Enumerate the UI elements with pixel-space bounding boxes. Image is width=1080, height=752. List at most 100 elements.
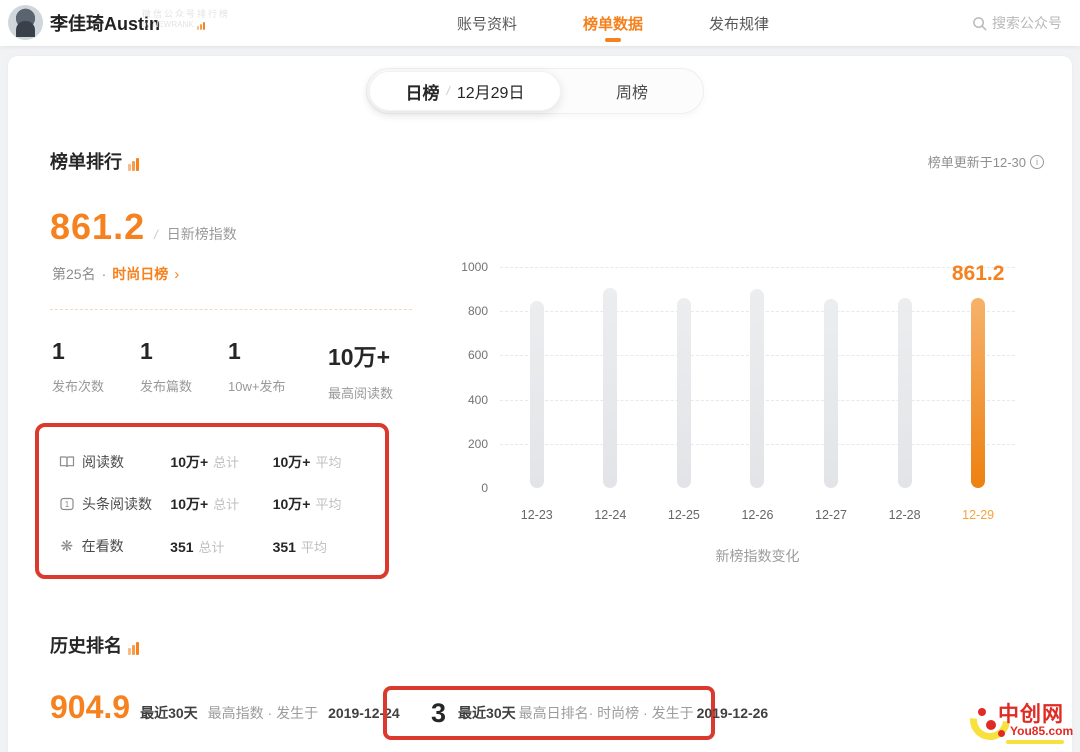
daily-index-separator: / [154,227,158,242]
stat-value: 1 [140,338,202,365]
chart-x-tick-label: 12-26 [737,508,777,522]
tab-weekly-ranking[interactable]: 周榜 [561,69,703,113]
newrank-bars-icon [197,22,205,30]
chart-x-tick-label: 12-28 [885,508,925,522]
stat-max-reads: 10万+ 最高阅读数 [328,338,393,402]
ranking-updated-label: 榜单更新于12-30 [928,152,1026,171]
daily-index-row: 861.2 / 日新榜指数 [50,206,237,248]
watermark-logo: 中创网 You85.com [970,688,1070,750]
daily-index-value: 861.2 [50,206,145,248]
publish-stats-row: 1 发布次数 1 发布篇数 1 10w+发布 10万+ 最高阅读数 [52,338,419,402]
chart-bar [750,289,764,488]
metric-label: 头条阅读数 [82,494,170,514]
highest-index-prefix: 最近30天 [140,703,198,723]
chart-bar [530,301,544,488]
rank-position-row: 第25名 · 时尚日榜 › [52,264,179,284]
metric-avg-label: 平均 [315,455,341,470]
rank-position: 第25名 [52,264,96,284]
wow-icon: ❋ [59,537,75,555]
nav-ranking-data[interactable]: 榜单数据 [581,0,645,48]
ranking-section-title-text: 榜单排行 [50,148,122,174]
metric-total-label: 总计 [213,455,239,470]
account-avatar[interactable] [8,5,43,40]
metric-label: 在看数 [82,536,171,556]
section-bars-icon [128,642,139,658]
metric-total-label: 总计 [199,540,225,555]
metric-avg-value: 10万+ [273,454,311,470]
search-placeholder: 搜索公众号 [992,13,1062,33]
red-annotation-box-metrics: 阅读数 10万+总计 10万+平均 1 头条阅读数 10万+总计 10万+平均 … [35,423,389,579]
ranking-updated-text: 榜单更新于12-30 i [928,152,1044,171]
search-icon [972,16,987,31]
metric-label: 阅读数 [82,452,170,472]
stat-label: 发布篇数 [140,376,202,395]
stat-value: 1 [228,338,302,365]
highest-rank-value: 3 [431,698,446,729]
chart-bar-column [885,267,925,488]
info-icon[interactable]: i [1030,155,1044,169]
newrank-logo-sub: by NEWRANK [142,20,194,30]
main-content-card: 日榜 / 12月29日 周榜 榜单排行 榜单更新于12-30 i 861.2 /… [8,56,1072,752]
metric-row-reads: 阅读数 10万+ 总计 10万+ 平均 [59,441,375,483]
chart-bar-column: 861.2 [958,267,998,488]
watermark-dot [986,720,996,730]
dashed-divider [50,309,412,310]
chart-y-tick-label: 1000 [448,260,488,274]
metric-avg-cell: 10万+ 平均 [273,452,375,472]
highest-rank-text: 最高日排名· 时尚榜 · 发生于 [519,703,694,723]
chevron-right-icon[interactable]: › [174,266,179,283]
tab-daily-ranking[interactable]: 日榜 / 12月29日 [369,71,561,111]
chart-bar-column [664,267,704,488]
metric-avg-value: 10万+ [273,496,311,512]
svg-text:1: 1 [65,500,70,509]
stat-publish-times: 1 发布次数 [52,338,114,402]
tab-daily-label: 日榜 [406,79,440,104]
metric-total-value: 10万+ [170,496,208,512]
metric-avg-cell: 10万+ 平均 [273,494,375,514]
main-nav: 账号资料 榜单数据 发布规律 [455,0,771,46]
watermark-dot [978,708,986,716]
history-section-title-text: 历史排名 [50,632,122,658]
stat-value: 10万+ [328,338,393,372]
chart-y-tick-label: 400 [448,393,488,407]
rank-list-link[interactable]: 时尚日榜 [112,264,168,284]
nav-publish-pattern[interactable]: 发布规律 [707,0,771,48]
metric-total-cell: 10万+总计 [170,494,272,514]
chart-x-axis-labels: 12-2312-2412-2512-2612-2712-2812-29 [500,508,1015,522]
chart-bar-highlighted [971,298,985,488]
metric-avg-value: 351 [273,539,296,555]
red-annotation-box-rank: 3 最近30天 最高日排名· 时尚榜 · 发生于 2019-12-26 [383,686,715,740]
chart-bar [603,288,617,488]
newrank-logo-title: 微信公众号排行榜 [142,9,230,20]
top-header: 李佳琦Austin 微信公众号排行榜 by NEWRANK 账号资料 榜单数据 … [0,0,1080,46]
highest-rank-date: 2019-12-26 [697,705,769,721]
chart-bar [824,299,838,488]
chart-x-tick-label: 12-24 [590,508,630,522]
metric-avg-label: 平均 [301,540,327,555]
metrics-table: 阅读数 10万+总计 10万+平均 1 头条阅读数 10万+总计 10万+平均 … [59,441,375,567]
tab-daily-date: 12月29日 [457,79,525,103]
chart-bar-column [517,267,557,488]
chart-bar-column [811,267,851,488]
read-icon [59,453,75,471]
ranking-section-title: 榜单排行 [50,148,139,174]
nav-account-profile[interactable]: 账号资料 [455,0,519,48]
chart-y-tick-label: 0 [448,481,488,495]
stat-label: 发布次数 [52,376,114,395]
tab-separator: / [447,84,450,98]
stat-value: 1 [52,338,114,365]
search-box[interactable]: 搜索公众号 [972,13,1062,33]
stat-label: 10w+发布 [228,376,302,395]
metric-row-wow: ❋ 在看数 351总计 351平均 [59,525,375,567]
metric-total-value: 10万+ [170,454,208,470]
section-bars-icon [128,158,139,174]
watermark-underline [1006,740,1064,744]
ranking-period-tabs: 日榜 / 12月29日 周榜 [366,68,704,114]
chart-y-tick-label: 200 [448,437,488,451]
highest-index-text: 最高指数 · 发生于 [208,703,318,723]
chart-x-tick-label: 12-27 [811,508,851,522]
highest-index-row: 904.9 最近30天 最高指数 · 发生于 2019-12-24 [50,689,400,726]
metric-avg-label: 平均 [315,497,341,512]
history-section-title: 历史排名 [50,632,139,658]
watermark-dot [998,730,1005,737]
